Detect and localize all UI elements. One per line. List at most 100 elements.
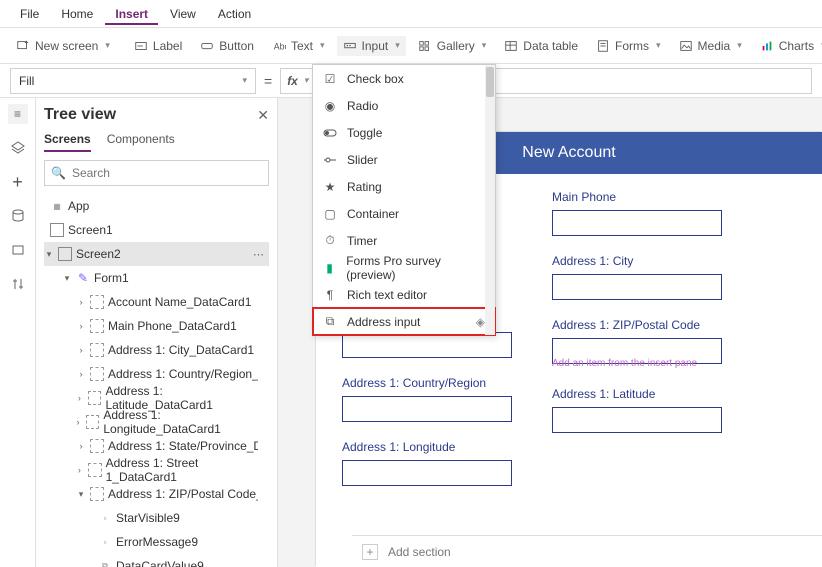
tree-item-datacard[interactable]: ▾Address 1: ZIP/Postal Code_DataCard1 — [44, 482, 269, 506]
chevron-right-icon: › — [76, 441, 86, 451]
dropdown-item-label: Container — [347, 207, 399, 221]
tree-item-control[interactable]: ⧉ DataCardValue9 — [44, 554, 269, 567]
tree-item-datacard[interactable]: ›Main Phone_DataCard1 — [44, 314, 269, 338]
gallery-button[interactable]: Gallery▾ — [412, 36, 493, 56]
close-icon[interactable]: ✕ — [257, 107, 269, 124]
toggle-icon — [323, 126, 337, 140]
tree-app-root[interactable]: ▦ App — [44, 194, 269, 218]
rail-tree-view-icon[interactable]: ≡ — [8, 104, 28, 124]
new-screen-icon — [16, 39, 30, 53]
charts-label: Charts — [779, 39, 814, 53]
rail-insert-icon[interactable]: + — [8, 172, 28, 192]
tree-item-datacard[interactable]: ›Address 1: Latitude_DataCard1 — [44, 386, 269, 410]
property-select[interactable]: Fill ▾ — [10, 68, 256, 94]
text-input[interactable] — [552, 274, 722, 300]
scrollbar-thumb[interactable] — [486, 67, 494, 97]
text-input[interactable] — [552, 407, 722, 433]
text-input[interactable] — [342, 396, 512, 422]
tree-item-datacard[interactable]: › Address 1: Street 1_DataCard1 — [44, 458, 269, 482]
tree-item-datacard[interactable]: ›Address 1: Country/Region_DataCard1 — [44, 362, 269, 386]
gallery-label: Gallery — [437, 39, 475, 53]
rail-layers-icon[interactable] — [8, 138, 28, 158]
data-table-button[interactable]: Data table — [498, 36, 584, 56]
dropdown-item-label: Rating — [347, 180, 382, 194]
forms-button[interactable]: Forms▾ — [590, 36, 667, 56]
rail-media-icon[interactable] — [8, 240, 28, 260]
tab-screens[interactable]: Screens — [44, 132, 91, 152]
tree-item-label: DataCardValue9 — [116, 559, 204, 567]
slider-icon — [323, 153, 337, 167]
dropdown-item-rich-text[interactable]: ¶Rich text editor — [313, 281, 495, 308]
tree-title: Tree view — [44, 106, 116, 124]
premium-icon: ◈ — [476, 315, 485, 329]
tree-item-control[interactable]: ▫StarVisible9 — [44, 506, 269, 530]
app-icon: ▦ — [50, 199, 64, 213]
label-button[interactable]: Label — [128, 36, 188, 56]
dropdown-item-radio[interactable]: ◉Radio — [313, 92, 495, 119]
tree-item-screen1[interactable]: Screen1 — [44, 218, 269, 242]
datacard-icon — [86, 415, 99, 429]
dropdown-item-forms-pro[interactable]: ▮Forms Pro survey (preview) — [313, 254, 495, 281]
charts-button[interactable]: Charts▾ — [754, 36, 822, 56]
text-input[interactable] — [342, 460, 512, 486]
rail-tools-icon[interactable] — [8, 274, 28, 294]
search-input[interactable] — [72, 166, 262, 180]
menu-file[interactable]: File — [10, 3, 49, 25]
scrollbar[interactable] — [485, 65, 495, 335]
media-button[interactable]: Media▾ — [673, 36, 748, 56]
dropdown-item-slider[interactable]: Slider — [313, 146, 495, 173]
new-screen-button[interactable]: New screen▾ — [10, 36, 116, 56]
dropdown-item-container[interactable]: ▢Container — [313, 200, 495, 227]
input-label: Input — [362, 39, 389, 53]
rail-data-icon[interactable] — [8, 206, 28, 226]
dropdown-item-label: Timer — [347, 234, 377, 248]
chevron-right-icon: › — [76, 297, 86, 307]
dropdown-item-timer[interactable]: ⏱Timer — [313, 227, 495, 254]
control-icon: ▫ — [98, 511, 112, 525]
tree-item-label: Account Name_DataCard1 — [108, 295, 251, 309]
menu-insert[interactable]: Insert — [105, 3, 158, 25]
tree-item-datacard[interactable]: ›Address 1: Longitude_DataCard1 — [44, 410, 269, 434]
tree-item-label: Address 1: City_DataCard1 — [108, 343, 254, 357]
star-icon: ★ — [323, 180, 337, 194]
equals-label: = — [264, 73, 272, 89]
dropdown-item-toggle[interactable]: Toggle — [313, 119, 495, 146]
dropdown-item-address-input[interactable]: ⧉Address input◈ — [313, 308, 495, 335]
input-dropdown: ☑Check box ◉Radio Toggle Slider ★Rating … — [312, 64, 496, 336]
more-icon[interactable]: ⋯ — [253, 248, 265, 261]
gallery-icon — [418, 39, 432, 53]
text-button[interactable]: Abc Text▾ — [266, 36, 331, 56]
dropdown-item-checkbox[interactable]: ☑Check box — [313, 65, 495, 92]
datacard-icon — [90, 367, 104, 381]
menu-home[interactable]: Home — [51, 3, 103, 25]
menu-view[interactable]: View — [160, 3, 206, 25]
dropdown-item-rating[interactable]: ★ Rating — [313, 173, 495, 200]
input-button[interactable]: Input▾ — [337, 36, 406, 56]
add-section-bar[interactable]: + Add section — [352, 535, 822, 567]
tree-search[interactable]: 🔍 — [44, 160, 269, 186]
form-field: Address 1: ZIP/Postal Code Add an item f… — [552, 318, 722, 369]
control-icon: ⧉ — [98, 559, 112, 567]
left-rail: ≡ + — [0, 98, 36, 567]
tree-item-screen2[interactable]: ▾ Screen2 ⋯ — [44, 242, 269, 266]
form-icon: ✎ — [76, 271, 90, 285]
chevron-right-icon: › — [75, 465, 85, 475]
forms-icon — [596, 39, 610, 53]
forms-pro-icon: ▮ — [323, 261, 336, 275]
menu-action[interactable]: Action — [208, 3, 261, 25]
tree-item-label: Address 1: Street 1_DataCard1 — [106, 456, 265, 484]
tree-item-label: Address 1: Country/Region_DataCard1 — [108, 367, 258, 381]
dropdown-item-label: Radio — [347, 99, 378, 113]
tree-item-control[interactable]: ▫ErrorMessage9 — [44, 530, 269, 554]
tree-item-form1[interactable]: ▾ ✎ Form1 — [44, 266, 269, 290]
tree-item-datacard[interactable]: ›Address 1: State/Province_DataCard1 — [44, 434, 269, 458]
tree-item-datacard[interactable]: ›Address 1: City_DataCard1 — [44, 338, 269, 362]
tab-components[interactable]: Components — [107, 132, 175, 152]
forms-label: Forms — [615, 39, 649, 53]
tree-panel: Tree view ✕ Screens Components 🔍 ▦ App S… — [36, 98, 278, 567]
tree: ▦ App Screen1 ▾ Screen2 ⋯ ▾ ✎ Form1 ›A — [44, 194, 269, 567]
text-input[interactable] — [552, 210, 722, 236]
tree-item-datacard[interactable]: › Account Name_DataCard1 — [44, 290, 269, 314]
button-button[interactable]: Button — [194, 36, 260, 56]
insert-hint[interactable]: Add an item from the insert pane — [552, 358, 722, 369]
